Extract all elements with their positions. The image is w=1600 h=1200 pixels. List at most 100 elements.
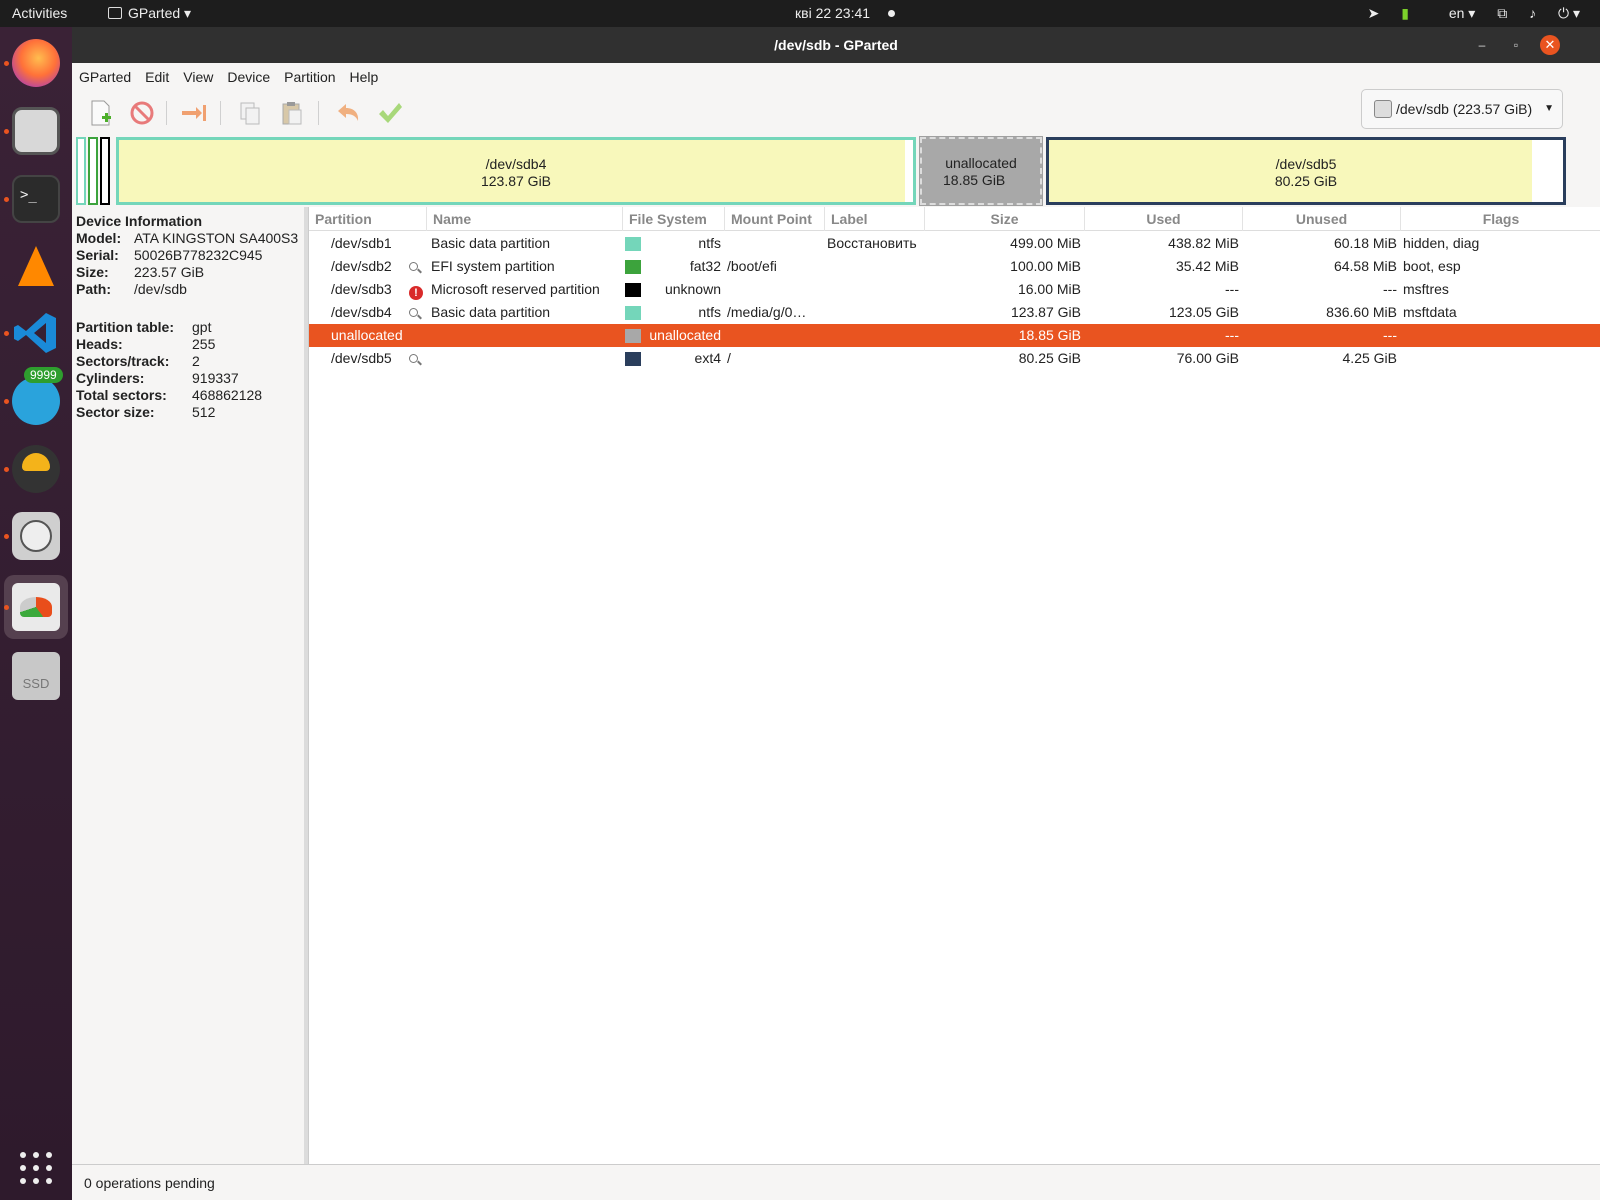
running-indicator xyxy=(4,129,9,134)
device-selector[interactable]: /dev/sdb (223.57 GiB) ▼ xyxy=(1361,89,1563,129)
column-header-name[interactable]: Name xyxy=(427,207,623,231)
info-row-cylinders: Cylinders: 919337 xyxy=(76,370,239,386)
device-selector-value: /dev/sdb (223.57 GiB) xyxy=(1396,101,1533,117)
menu-edit[interactable]: Edit xyxy=(138,63,176,91)
ssd-label: SSD xyxy=(22,676,50,691)
maximize-button[interactable]: ▫ xyxy=(1506,35,1526,55)
filesystem-color-swatch xyxy=(625,283,641,297)
table-row[interactable]: /dev/sdb3 Microsoft reserved partition unk… xyxy=(309,278,1600,301)
app-menu[interactable]: GParted ▾ xyxy=(108,0,191,27)
menu-bar: GParted Edit View Device Partition Help xyxy=(72,63,1600,91)
table-row[interactable]: /dev/sdb2 EFI system partition fat32/boot/… xyxy=(309,255,1600,278)
new-partition-button[interactable] xyxy=(84,97,116,129)
cell-size: 18.85 GiB xyxy=(1018,327,1081,343)
new-partition-icon xyxy=(91,100,111,126)
segment-size: 123.87 GiB xyxy=(480,173,552,189)
cell-used: 35.42 MiB xyxy=(1175,258,1239,274)
table-row[interactable]: /dev/sdb1 Basic data partition ntfs Восстан… xyxy=(309,232,1600,255)
close-button[interactable]: ✕ xyxy=(1540,35,1560,55)
column-header-label[interactable]: Label xyxy=(825,207,925,231)
cell-unused: 836.60 MiB xyxy=(1326,304,1397,320)
telegram-icon[interactable]: 9999 xyxy=(12,367,63,425)
minimize-button[interactable]: – xyxy=(1472,35,1492,55)
cell-partition: /dev/sdb3 xyxy=(331,281,392,297)
menu-partition[interactable]: Partition xyxy=(277,63,342,91)
table-row[interactable]: unallocated unallocated 18.85 GiB --- --- xyxy=(309,324,1600,347)
diskmap-segment-sdb4[interactable]: /dev/sdb4 123.87 GiB xyxy=(116,137,916,205)
toolbar-separator xyxy=(220,101,221,125)
info-row-partition-table: Partition table: gpt xyxy=(76,319,212,335)
gparted-icon[interactable] xyxy=(12,583,60,631)
copy-icon xyxy=(240,102,260,125)
table-row[interactable]: /dev/sdb5 ext4 / 80.25 GiB 76.00 GiB 4.25 GiB xyxy=(309,347,1600,370)
language-indicator[interactable]: en ▾ xyxy=(1431,0,1476,27)
info-row-sector-size: Sector size: 512 xyxy=(76,404,216,420)
cell-mount-point: /boot/efi xyxy=(727,258,777,274)
app-menu-label: GParted xyxy=(128,5,181,21)
activities-button[interactable]: Activities xyxy=(12,0,67,27)
menu-help[interactable]: Help xyxy=(343,63,386,91)
apply-button[interactable] xyxy=(374,97,406,129)
segment-size: 80.25 GiB xyxy=(1274,173,1338,189)
diskmap-segment-sdb3[interactable] xyxy=(100,137,110,205)
disks-icon[interactable] xyxy=(12,512,60,560)
system-tray[interactable]: ➤ ▮ en ▾ ⧉ ♪ ⏻ ▾ xyxy=(1350,0,1580,27)
column-header-unused[interactable]: Unused xyxy=(1243,207,1401,231)
notification-dot-icon xyxy=(888,10,896,17)
column-header-flags[interactable]: Flags xyxy=(1401,207,1600,231)
diskmap-segment-sdb1[interactable] xyxy=(76,137,86,205)
network-icon[interactable]: ⧉ xyxy=(1497,0,1507,27)
ssd-drive-icon[interactable]: SSD xyxy=(12,652,60,700)
segment-label: /dev/sdb5 80.25 GiB xyxy=(1049,156,1563,190)
firefox-icon[interactable] xyxy=(12,39,60,87)
toolbar-separator xyxy=(166,101,167,125)
cell-partition: /dev/sdb2 xyxy=(331,258,392,274)
diskmap-segment-unallocated[interactable]: unallocated 18.85 GiB xyxy=(919,136,1043,206)
resize-move-button[interactable] xyxy=(178,97,210,129)
copy-button[interactable] xyxy=(234,97,266,129)
telegram-tray-icon[interactable]: ➤ xyxy=(1368,0,1380,27)
column-header-used[interactable]: Used xyxy=(1085,207,1243,231)
magnifier-icon xyxy=(409,347,427,370)
paste-button[interactable] xyxy=(276,97,308,129)
cell-size: 100.00 MiB xyxy=(1010,258,1081,274)
partition-table: Partition Name File System Mount Point L… xyxy=(308,207,1600,1164)
cell-unused: 64.58 MiB xyxy=(1333,258,1397,274)
resize-move-icon xyxy=(182,105,206,121)
paste-icon xyxy=(282,102,302,125)
cell-used: 123.05 GiB xyxy=(1168,304,1239,320)
diskmap-segment-sdb5[interactable]: /dev/sdb5 80.25 GiB xyxy=(1046,137,1566,205)
menu-view[interactable]: View xyxy=(176,63,220,91)
volume-icon[interactable]: ♪ xyxy=(1529,0,1536,27)
undo-button[interactable] xyxy=(332,97,364,129)
chevron-down-icon: ▼ xyxy=(1544,103,1554,114)
info-row-model: Model: ATA KINGSTON SA400S3 xyxy=(76,230,299,246)
delete-partition-button[interactable] xyxy=(126,97,158,129)
clock[interactable]: кві 22 23:41 xyxy=(795,0,896,27)
cell-used: 76.00 GiB xyxy=(1176,350,1239,366)
diskmap-segment-sdb2[interactable] xyxy=(88,137,98,205)
segment-name: /dev/sdb4 xyxy=(485,156,547,172)
segment-label: /dev/sdb4 123.87 GiB xyxy=(119,156,913,190)
power-icon[interactable]: ⏻ ▾ xyxy=(1558,0,1580,27)
column-header-filesystem[interactable]: File System xyxy=(623,207,725,231)
file-sharing-app-icon[interactable] xyxy=(12,445,60,493)
show-applications-icon[interactable] xyxy=(20,1152,52,1184)
vscode-icon[interactable] xyxy=(12,309,60,357)
vlc-icon[interactable] xyxy=(12,242,60,290)
files-icon[interactable] xyxy=(12,107,60,155)
menu-device[interactable]: Device xyxy=(220,63,277,91)
column-header-partition[interactable]: Partition xyxy=(309,207,427,231)
column-header-mount-point[interactable]: Mount Point xyxy=(725,207,825,231)
running-indicator xyxy=(4,61,9,66)
table-row[interactable]: /dev/sdb4 Basic data partition ntfs/media/… xyxy=(309,301,1600,324)
cell-filesystem: fat32 xyxy=(689,258,721,274)
title-bar[interactable]: /dev/sdb - GParted – ▫ ✕ xyxy=(72,27,1600,63)
battery-icon[interactable]: ▮ xyxy=(1401,0,1409,27)
device-info-title: Device Information xyxy=(76,213,203,229)
column-header-size[interactable]: Size xyxy=(925,207,1085,231)
cell-name: Basic data partition xyxy=(431,304,551,320)
menu-gparted[interactable]: GParted xyxy=(72,63,138,91)
terminal-icon[interactable]: >_ xyxy=(12,175,60,223)
top-bar: Activities GParted ▾ кві 22 23:41 ➤ ▮ en… xyxy=(0,0,1600,27)
